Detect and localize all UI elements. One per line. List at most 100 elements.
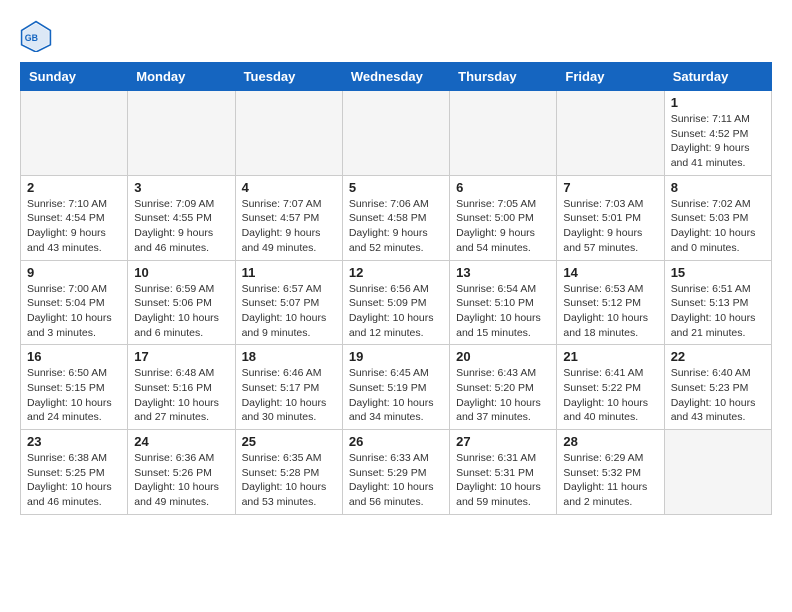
day-cell: 6 Sunrise: 7:05 AM Sunset: 5:00 PM Daylig… <box>450 175 557 260</box>
day-info: Sunrise: 7:07 AM Sunset: 4:57 PM Dayligh… <box>242 197 336 256</box>
day-cell: 25 Sunrise: 6:35 AM Sunset: 5:28 PM Dayli… <box>235 430 342 515</box>
day-cell: 2 Sunrise: 7:10 AM Sunset: 4:54 PM Daylig… <box>21 175 128 260</box>
day-info: Sunrise: 6:38 AM Sunset: 5:25 PM Dayligh… <box>27 451 121 510</box>
day-number: 5 <box>349 180 443 195</box>
day-number: 13 <box>456 265 550 280</box>
day-cell: 19 Sunrise: 6:45 AM Sunset: 5:19 PM Dayli… <box>342 345 449 430</box>
weekday-header-monday: Monday <box>128 63 235 91</box>
day-cell <box>450 91 557 176</box>
week-row-5: 23 Sunrise: 6:38 AM Sunset: 5:25 PM Dayli… <box>21 430 772 515</box>
day-number: 17 <box>134 349 228 364</box>
weekday-header-tuesday: Tuesday <box>235 63 342 91</box>
day-info: Sunrise: 6:54 AM Sunset: 5:10 PM Dayligh… <box>456 282 550 341</box>
weekday-header-saturday: Saturday <box>664 63 771 91</box>
calendar-table: SundayMondayTuesdayWednesdayThursdayFrid… <box>20 62 772 515</box>
day-number: 22 <box>671 349 765 364</box>
day-cell: 23 Sunrise: 6:38 AM Sunset: 5:25 PM Dayli… <box>21 430 128 515</box>
day-cell: 15Sunrise: 6:51 AM Sunset: 5:13 PM Dayli… <box>664 260 771 345</box>
day-cell: 20 Sunrise: 6:43 AM Sunset: 5:20 PM Dayli… <box>450 345 557 430</box>
day-cell: 21 Sunrise: 6:41 AM Sunset: 5:22 PM Dayli… <box>557 345 664 430</box>
logo-icon: GB <box>20 20 52 52</box>
weekday-header-wednesday: Wednesday <box>342 63 449 91</box>
day-info: Sunrise: 6:57 AM Sunset: 5:07 PM Dayligh… <box>242 282 336 341</box>
day-info: Sunrise: 7:03 AM Sunset: 5:01 PM Dayligh… <box>563 197 657 256</box>
week-row-3: 9Sunrise: 7:00 AM Sunset: 5:04 PM Daylig… <box>21 260 772 345</box>
day-number: 27 <box>456 434 550 449</box>
day-cell <box>21 91 128 176</box>
day-number: 4 <box>242 180 336 195</box>
day-number: 11 <box>242 265 336 280</box>
day-number: 21 <box>563 349 657 364</box>
weekday-header-sunday: Sunday <box>21 63 128 91</box>
day-info: Sunrise: 6:51 AM Sunset: 5:13 PM Dayligh… <box>671 282 765 341</box>
day-cell <box>664 430 771 515</box>
day-info: Sunrise: 7:09 AM Sunset: 4:55 PM Dayligh… <box>134 197 228 256</box>
day-info: Sunrise: 6:31 AM Sunset: 5:31 PM Dayligh… <box>456 451 550 510</box>
day-info: Sunrise: 7:05 AM Sunset: 5:00 PM Dayligh… <box>456 197 550 256</box>
day-cell: 17 Sunrise: 6:48 AM Sunset: 5:16 PM Dayli… <box>128 345 235 430</box>
day-info: Sunrise: 6:56 AM Sunset: 5:09 PM Dayligh… <box>349 282 443 341</box>
week-row-1: 1 Sunrise: 7:11 AM Sunset: 4:52 PM Daylig… <box>21 91 772 176</box>
day-info: Sunrise: 6:43 AM Sunset: 5:20 PM Dayligh… <box>456 366 550 425</box>
day-cell: 28 Sunrise: 6:29 AM Sunset: 5:32 PM Dayli… <box>557 430 664 515</box>
day-cell: 8 Sunrise: 7:02 AM Sunset: 5:03 PM Daylig… <box>664 175 771 260</box>
day-number: 2 <box>27 180 121 195</box>
day-info: Sunrise: 6:59 AM Sunset: 5:06 PM Dayligh… <box>134 282 228 341</box>
day-info: Sunrise: 7:02 AM Sunset: 5:03 PM Dayligh… <box>671 197 765 256</box>
day-info: Sunrise: 6:33 AM Sunset: 5:29 PM Dayligh… <box>349 451 443 510</box>
day-number: 7 <box>563 180 657 195</box>
day-number: 18 <box>242 349 336 364</box>
day-cell <box>557 91 664 176</box>
day-number: 16 <box>27 349 121 364</box>
day-number: 20 <box>456 349 550 364</box>
day-number: 1 <box>671 95 765 110</box>
day-number: 25 <box>242 434 336 449</box>
day-cell: 22Sunrise: 6:40 AM Sunset: 5:23 PM Dayli… <box>664 345 771 430</box>
day-cell: 11 Sunrise: 6:57 AM Sunset: 5:07 PM Dayli… <box>235 260 342 345</box>
day-cell: 27 Sunrise: 6:31 AM Sunset: 5:31 PM Dayli… <box>450 430 557 515</box>
day-info: Sunrise: 7:11 AM Sunset: 4:52 PM Dayligh… <box>671 112 765 171</box>
day-number: 12 <box>349 265 443 280</box>
svg-text:GB: GB <box>25 33 38 43</box>
day-cell: 14 Sunrise: 6:53 AM Sunset: 5:12 PM Dayli… <box>557 260 664 345</box>
day-info: Sunrise: 6:41 AM Sunset: 5:22 PM Dayligh… <box>563 366 657 425</box>
day-cell: 26Sunrise: 6:33 AM Sunset: 5:29 PM Dayli… <box>342 430 449 515</box>
week-row-2: 2 Sunrise: 7:10 AM Sunset: 4:54 PM Daylig… <box>21 175 772 260</box>
week-row-4: 16 Sunrise: 6:50 AM Sunset: 5:15 PM Dayli… <box>21 345 772 430</box>
day-cell: 13 Sunrise: 6:54 AM Sunset: 5:10 PM Dayli… <box>450 260 557 345</box>
day-cell: 18 Sunrise: 6:46 AM Sunset: 5:17 PM Dayli… <box>235 345 342 430</box>
day-cell: 7 Sunrise: 7:03 AM Sunset: 5:01 PM Daylig… <box>557 175 664 260</box>
day-info: Sunrise: 6:45 AM Sunset: 5:19 PM Dayligh… <box>349 366 443 425</box>
day-info: Sunrise: 6:50 AM Sunset: 5:15 PM Dayligh… <box>27 366 121 425</box>
day-info: Sunrise: 6:53 AM Sunset: 5:12 PM Dayligh… <box>563 282 657 341</box>
day-number: 23 <box>27 434 121 449</box>
day-info: Sunrise: 6:48 AM Sunset: 5:16 PM Dayligh… <box>134 366 228 425</box>
day-number: 9 <box>27 265 121 280</box>
day-number: 19 <box>349 349 443 364</box>
day-cell: 10Sunrise: 6:59 AM Sunset: 5:06 PM Dayli… <box>128 260 235 345</box>
day-cell: 16 Sunrise: 6:50 AM Sunset: 5:15 PM Dayli… <box>21 345 128 430</box>
day-number: 14 <box>563 265 657 280</box>
weekday-header-thursday: Thursday <box>450 63 557 91</box>
day-cell <box>342 91 449 176</box>
day-number: 24 <box>134 434 228 449</box>
day-info: Sunrise: 6:35 AM Sunset: 5:28 PM Dayligh… <box>242 451 336 510</box>
day-cell: 9Sunrise: 7:00 AM Sunset: 5:04 PM Daylig… <box>21 260 128 345</box>
day-cell: 4 Sunrise: 7:07 AM Sunset: 4:57 PM Daylig… <box>235 175 342 260</box>
day-number: 28 <box>563 434 657 449</box>
day-cell: 3Sunrise: 7:09 AM Sunset: 4:55 PM Daylig… <box>128 175 235 260</box>
day-info: Sunrise: 6:29 AM Sunset: 5:32 PM Dayligh… <box>563 451 657 510</box>
day-number: 6 <box>456 180 550 195</box>
page-header: GB <box>20 20 772 52</box>
day-cell: 12 Sunrise: 6:56 AM Sunset: 5:09 PM Dayli… <box>342 260 449 345</box>
day-info: Sunrise: 6:36 AM Sunset: 5:26 PM Dayligh… <box>134 451 228 510</box>
day-cell: 1 Sunrise: 7:11 AM Sunset: 4:52 PM Daylig… <box>664 91 771 176</box>
day-info: Sunrise: 7:06 AM Sunset: 4:58 PM Dayligh… <box>349 197 443 256</box>
day-number: 8 <box>671 180 765 195</box>
day-info: Sunrise: 6:46 AM Sunset: 5:17 PM Dayligh… <box>242 366 336 425</box>
day-cell <box>235 91 342 176</box>
day-cell: 24 Sunrise: 6:36 AM Sunset: 5:26 PM Dayli… <box>128 430 235 515</box>
day-info: Sunrise: 7:10 AM Sunset: 4:54 PM Dayligh… <box>27 197 121 256</box>
weekday-header-friday: Friday <box>557 63 664 91</box>
day-cell <box>128 91 235 176</box>
